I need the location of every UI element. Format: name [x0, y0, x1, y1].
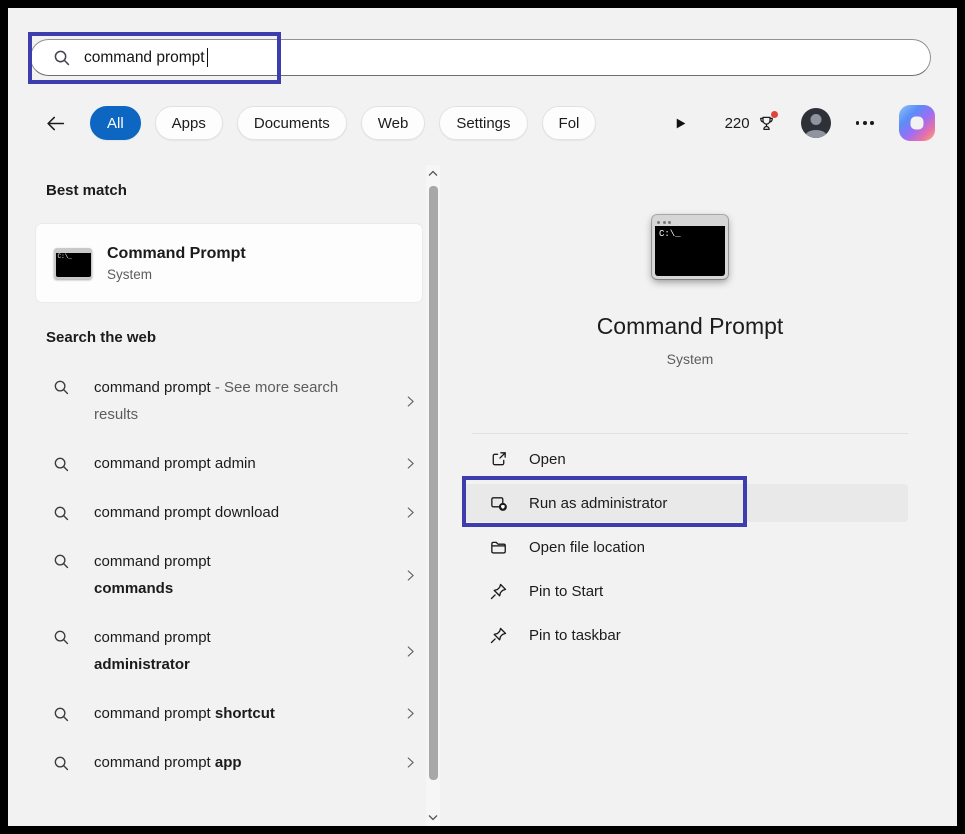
action-pin-to-taskbar[interactable]: Pin to taskbar [464, 616, 908, 654]
tab-folders[interactable]: Fol [542, 106, 597, 140]
suggestion-row-commands[interactable]: command prompt commands [36, 540, 426, 610]
notification-dot [771, 111, 778, 118]
chevron-right-icon[interactable] [403, 568, 418, 583]
chevron-right-icon[interactable] [403, 505, 418, 520]
user-avatar[interactable] [801, 108, 831, 138]
chevron-right-icon[interactable] [403, 644, 418, 659]
search-bar[interactable]: command prompt [30, 39, 931, 76]
suggestion-row-shortcut[interactable]: command prompt shortcut [36, 692, 426, 735]
action-open-file-location[interactable]: Open file location [464, 528, 908, 566]
action-label: Pin to taskbar [529, 627, 621, 644]
chevron-right-icon[interactable] [403, 456, 418, 471]
chevron-right-icon[interactable] [403, 755, 418, 770]
command-prompt-icon-large: C:\_ [652, 215, 728, 279]
app-preview-panel: C:\_ Command Prompt System [450, 165, 930, 367]
scrollbar[interactable] [426, 165, 440, 826]
search-icon [52, 754, 70, 772]
text-caret [207, 48, 209, 67]
search-icon [52, 504, 70, 522]
open-external-icon [489, 450, 509, 469]
more-options-button[interactable] [856, 121, 874, 125]
screenshot-root: { "colors": { "accent": "#0c66c2", "anno… [0, 0, 965, 834]
rewards-button[interactable]: 220 [725, 114, 776, 133]
app-subtitle: System [450, 351, 930, 367]
tab-apps[interactable]: Apps [155, 106, 223, 140]
search-icon [52, 48, 71, 67]
action-label: Pin to Start [529, 583, 603, 600]
suggestion-row-admin[interactable]: command prompt admin [36, 442, 426, 485]
tab-web[interactable]: Web [361, 106, 426, 140]
back-button[interactable] [38, 106, 72, 140]
best-match-heading: Best match [46, 182, 127, 199]
action-run-as-administrator[interactable]: Run as administrator [464, 484, 908, 522]
avatar-silhouette [810, 114, 821, 125]
tab-settings[interactable]: Settings [439, 106, 527, 140]
search-icon [52, 705, 70, 723]
search-icon [52, 378, 70, 396]
search-flyout-window: command prompt All Apps Documents Web Se… [8, 8, 957, 826]
action-label: Open [529, 451, 566, 468]
action-label: Run as administrator [529, 495, 667, 512]
actions-list: Open Run as administrator Open file loca… [464, 437, 908, 657]
scrollbar-thumb[interactable] [429, 186, 438, 780]
action-pin-to-start[interactable]: Pin to Start [464, 572, 908, 610]
action-label: Open file location [529, 539, 645, 556]
tab-all[interactable]: All [90, 106, 141, 140]
search-icon [52, 455, 70, 473]
app-title: Command Prompt [450, 313, 930, 340]
actions-divider [472, 433, 908, 434]
search-icon [52, 552, 70, 570]
action-open[interactable]: Open [464, 440, 908, 478]
search-icon [52, 628, 70, 646]
suggestion-row-administrator[interactable]: command prompt administrator [36, 616, 426, 686]
command-prompt-icon: C:\_ [54, 248, 92, 279]
chevron-right-icon[interactable] [403, 706, 418, 721]
scroll-up-arrow[interactable] [426, 170, 440, 177]
best-match-subtitle: System [107, 267, 246, 282]
best-match-item[interactable]: C:\_ Command Prompt System [36, 224, 422, 302]
suggestion-row-download[interactable]: command prompt download [36, 491, 426, 534]
tab-documents[interactable]: Documents [237, 106, 347, 140]
play-icon[interactable] [673, 116, 688, 131]
web-suggestions-list: command prompt - See more search results… [36, 360, 426, 790]
filter-toolbar: All Apps Documents Web Settings Fol 220 [38, 104, 935, 142]
search-input[interactable]: command prompt [84, 49, 205, 67]
toolbar-right-group: 220 [673, 105, 935, 141]
search-web-heading: Search the web [46, 329, 156, 346]
rewards-points: 220 [725, 115, 750, 132]
suggestion-row-app[interactable]: command prompt app [36, 741, 426, 784]
pin-icon [489, 582, 509, 601]
pin-icon [489, 626, 509, 645]
scroll-down-arrow[interactable] [426, 814, 440, 821]
suggestion-row-see-more[interactable]: command prompt - See more search results [36, 366, 426, 436]
trophy-icon [757, 114, 776, 133]
chevron-right-icon[interactable] [403, 394, 418, 409]
copilot-icon[interactable] [899, 105, 935, 141]
folder-icon [489, 538, 509, 557]
admin-shield-icon [489, 494, 509, 513]
best-match-title: Command Prompt [107, 245, 246, 263]
